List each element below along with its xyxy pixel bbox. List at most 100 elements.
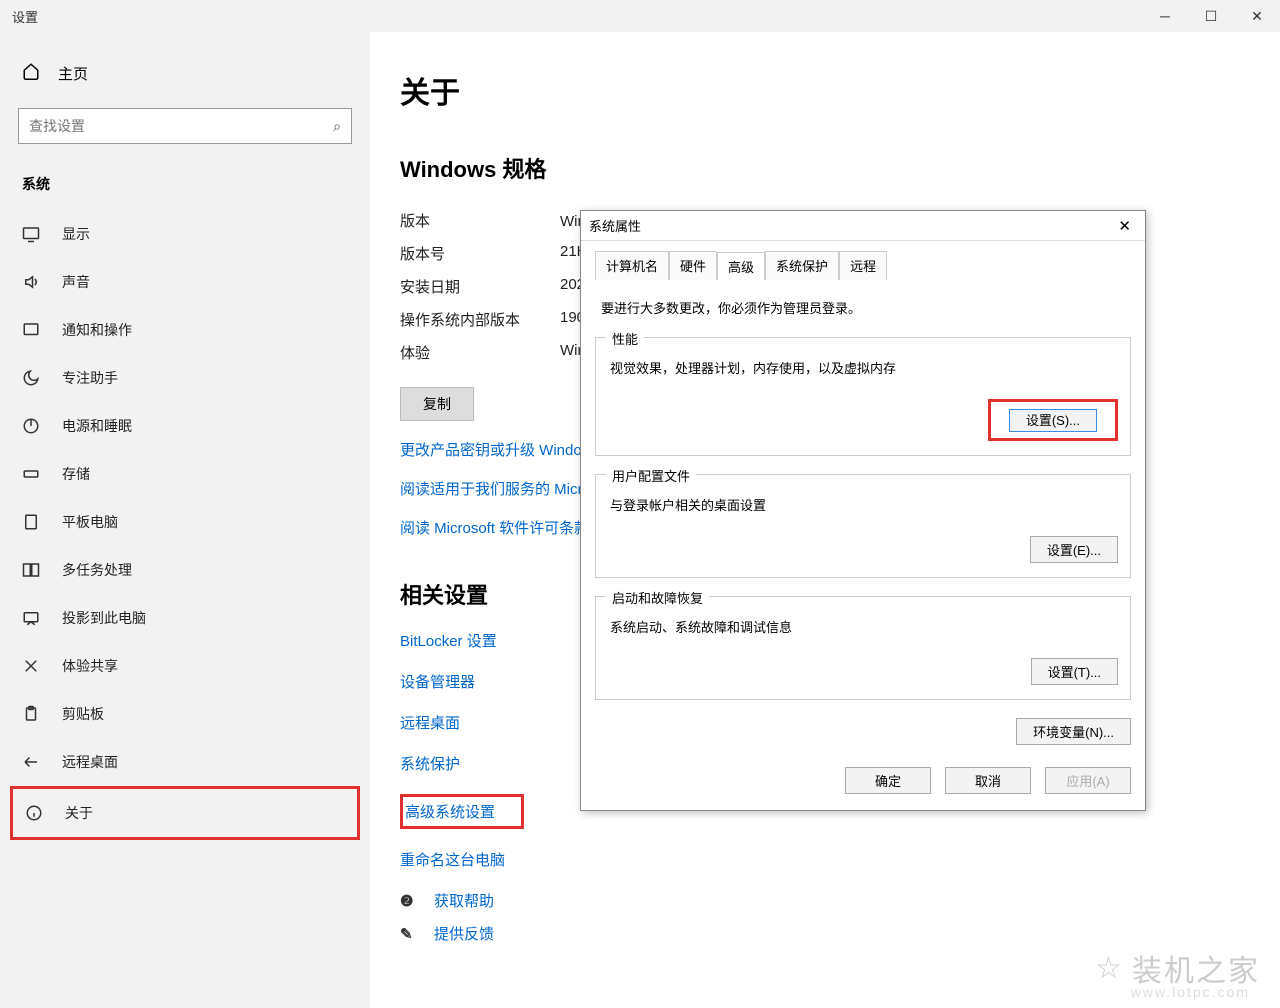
system-properties-dialog: 系统属性 ✕ 计算机名 硬件 高级 系统保护 远程 要进行大多数更改，你必须作为… (580, 210, 1146, 811)
tab-remote[interactable]: 远程 (839, 251, 887, 280)
sidebar-item-storage[interactable]: 存储 (10, 450, 360, 498)
sidebar-section-header: 系统 (10, 166, 360, 210)
sidebar-item-power[interactable]: 电源和睡眠 (10, 402, 360, 450)
related-advanced-settings[interactable]: 高级系统设置 (400, 794, 524, 829)
group-title: 用户配置文件 (606, 466, 696, 485)
specs-title: Windows 规格 (400, 152, 1250, 184)
tablet-icon (22, 513, 44, 531)
sidebar-item-label: 体验共享 (62, 656, 118, 676)
home-icon (22, 62, 44, 84)
spec-label: 版本 (400, 210, 560, 231)
sidebar-item-display[interactable]: 显示 (10, 210, 360, 258)
sidebar-item-label: 关于 (65, 803, 93, 823)
close-x-icon (22, 657, 44, 675)
sidebar-item-label: 存储 (62, 464, 90, 484)
group-performance: 性能 视觉效果，处理器计划，内存使用，以及虚拟内存 设置(S)... (595, 337, 1131, 456)
ok-button[interactable]: 确定 (845, 767, 931, 794)
dialog-tabs: 计算机名 硬件 高级 系统保护 远程 (595, 251, 1131, 280)
dialog-close-button[interactable]: ✕ (1112, 217, 1137, 235)
sidebar-item-label: 多任务处理 (62, 560, 132, 580)
sidebar-item-label: 剪贴板 (62, 704, 104, 724)
sidebar-item-label: 专注助手 (62, 368, 118, 388)
sidebar-item-label: 投影到此电脑 (62, 608, 146, 628)
group-description: 系统启动、系统故障和调试信息 (610, 617, 1116, 636)
sidebar-item-label: 显示 (62, 224, 90, 244)
home-label: 主页 (58, 63, 88, 84)
environment-variables-button[interactable]: 环境变量(N)... (1016, 718, 1131, 745)
info-icon (25, 804, 47, 822)
group-user-profiles: 用户配置文件 与登录帐户相关的桌面设置 设置(E)... (595, 474, 1131, 578)
monitor-icon (22, 225, 44, 243)
sidebar-item-remote[interactable]: 远程桌面 (10, 738, 360, 786)
moon-icon (22, 369, 44, 387)
group-description: 视觉效果，处理器计划，内存使用，以及虚拟内存 (610, 358, 1116, 377)
watermark-url: www.lotpc.com (1131, 984, 1250, 1000)
sidebar-item-label: 通知和操作 (62, 320, 132, 340)
sidebar-item-shared[interactable]: 体验共享 (10, 642, 360, 690)
dialog-admin-note: 要进行大多数更改，你必须作为管理员登录。 (601, 298, 1125, 317)
remote-icon (22, 753, 44, 771)
profiles-settings-button[interactable]: 设置(E)... (1030, 536, 1118, 563)
performance-settings-highlight: 设置(S)... (988, 399, 1118, 441)
sidebar-item-notifications[interactable]: 通知和操作 (10, 306, 360, 354)
sidebar-item-label: 电源和睡眠 (62, 416, 132, 436)
sidebar-item-sound[interactable]: 声音 (10, 258, 360, 306)
minimize-button[interactable]: ─ (1142, 0, 1188, 32)
apply-button[interactable]: 应用(A) (1045, 767, 1131, 794)
maximize-button[interactable]: ☐ (1188, 0, 1234, 32)
copy-button[interactable]: 复制 (400, 387, 474, 421)
sidebar: 主页 ⌕ 系统 显示 声音 通知和操作 专注助手 电源和睡眠 存储 (0, 32, 370, 1008)
feedback-icon: ✎ (400, 925, 426, 943)
multitask-icon (22, 561, 44, 579)
sidebar-item-label: 平板电脑 (62, 512, 118, 532)
dialog-title: 系统属性 (589, 216, 641, 235)
group-title: 性能 (606, 329, 644, 348)
search-input[interactable]: ⌕ (18, 108, 352, 144)
window-controls: ─ ☐ ✕ (1142, 0, 1280, 32)
spec-label: 安装日期 (400, 276, 560, 297)
clipboard-icon (22, 705, 44, 723)
dialog-titlebar[interactable]: 系统属性 ✕ (581, 211, 1145, 241)
sidebar-item-projecting[interactable]: 投影到此电脑 (10, 594, 360, 642)
get-help-link[interactable]: ❷ 获取帮助 (400, 890, 1250, 911)
performance-settings-button[interactable]: 设置(S)... (1009, 409, 1097, 432)
startup-settings-button[interactable]: 设置(T)... (1031, 658, 1118, 685)
spec-label: 体验 (400, 342, 560, 363)
related-rename-pc[interactable]: 重命名这台电脑 (400, 849, 1250, 870)
tab-system-protection[interactable]: 系统保护 (765, 251, 839, 280)
tab-computer-name[interactable]: 计算机名 (595, 251, 669, 280)
sidebar-item-multitask[interactable]: 多任务处理 (10, 546, 360, 594)
group-title: 启动和故障恢复 (606, 588, 709, 607)
tab-hardware[interactable]: 硬件 (669, 251, 717, 280)
close-button[interactable]: ✕ (1234, 0, 1280, 32)
storage-icon (22, 465, 44, 483)
search-field[interactable] (29, 118, 333, 134)
home-link[interactable]: 主页 (10, 52, 360, 94)
group-description: 与登录帐户相关的桌面设置 (610, 495, 1116, 514)
sidebar-item-tablet[interactable]: 平板电脑 (10, 498, 360, 546)
star-icon: ☆ (1095, 951, 1124, 986)
spec-label: 操作系统内部版本 (400, 309, 560, 330)
dialog-actions: 确定 取消 应用(A) (595, 767, 1131, 798)
cancel-button[interactable]: 取消 (945, 767, 1031, 794)
tab-advanced[interactable]: 高级 (717, 252, 765, 281)
speaker-icon (22, 273, 44, 291)
sidebar-item-about[interactable]: 关于 (10, 786, 360, 840)
project-icon (22, 609, 44, 627)
sidebar-item-focus[interactable]: 专注助手 (10, 354, 360, 402)
spec-label: 版本号 (400, 243, 560, 264)
power-icon (22, 417, 44, 435)
page-title: 关于 (400, 68, 1250, 112)
sidebar-item-label: 声音 (62, 272, 90, 292)
sidebar-item-label: 远程桌面 (62, 752, 118, 772)
extra-label: 提供反馈 (434, 923, 494, 944)
search-icon: ⌕ (333, 118, 341, 135)
feedback-link[interactable]: ✎ 提供反馈 (400, 923, 1250, 944)
window-title: 设置 (12, 7, 38, 26)
titlebar: 设置 ─ ☐ ✕ (0, 0, 1280, 32)
group-startup-recovery: 启动和故障恢复 系统启动、系统故障和调试信息 设置(T)... (595, 596, 1131, 700)
notification-icon (22, 321, 44, 339)
sidebar-item-clipboard[interactable]: 剪贴板 (10, 690, 360, 738)
help-icon: ❷ (400, 892, 426, 910)
extra-label: 获取帮助 (434, 890, 494, 911)
